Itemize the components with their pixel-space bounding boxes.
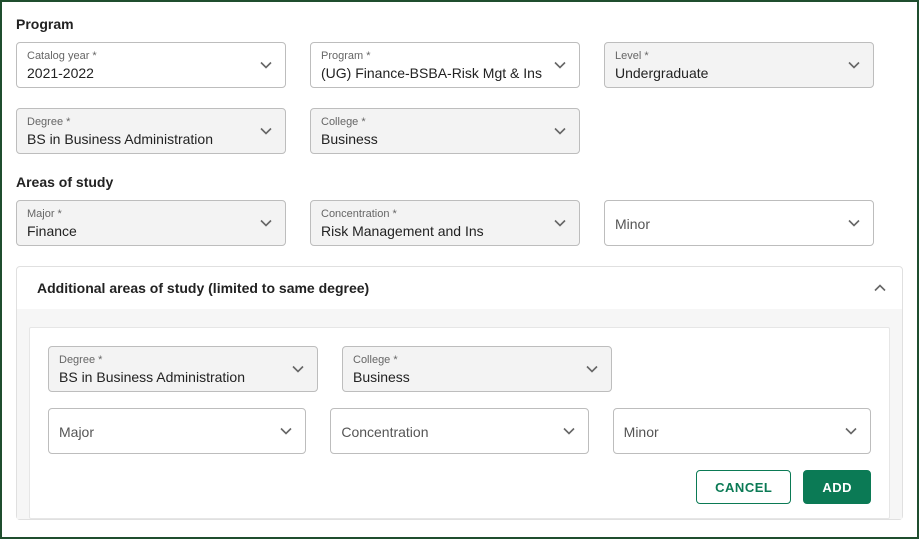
chevron-down-icon [847, 216, 861, 230]
degree-select[interactable]: Degree * BS in Business Administration [16, 108, 286, 154]
degree-label: Degree * [27, 116, 249, 129]
additional-minor-select[interactable]: Minor [613, 408, 871, 454]
areas-section-title: Areas of study [16, 174, 903, 190]
catalog-year-value: 2021-2022 [27, 65, 249, 82]
additional-areas-body: Degree * BS in Business Administration C… [17, 309, 902, 519]
major-value: Finance [27, 223, 249, 240]
cancel-button[interactable]: CANCEL [696, 470, 791, 504]
additional-concentration-placeholder: Concentration [341, 424, 551, 441]
chevron-down-icon [259, 58, 273, 72]
additional-concentration-select[interactable]: Concentration [330, 408, 588, 454]
chevron-down-icon [259, 124, 273, 138]
major-select[interactable]: Major * Finance [16, 200, 286, 246]
additional-areas-panel: Additional areas of study (limited to sa… [16, 266, 903, 520]
additional-major-placeholder: Major [59, 424, 269, 441]
additional-college-value: Business [353, 369, 575, 386]
program-value: (UG) Finance-BSBA-Risk Mgt & Ins [321, 65, 543, 82]
chevron-down-icon [259, 216, 273, 230]
program-section-title: Program [16, 16, 903, 32]
program-label: Program * [321, 50, 543, 63]
chevron-down-icon [553, 124, 567, 138]
major-label: Major * [27, 208, 249, 221]
additional-degree-value: BS in Business Administration [59, 369, 281, 386]
concentration-select[interactable]: Concentration * Risk Management and Ins [310, 200, 580, 246]
minor-select[interactable]: Minor [604, 200, 874, 246]
concentration-value: Risk Management and Ins [321, 223, 543, 240]
additional-college-label: College * [353, 354, 575, 367]
chevron-down-icon [847, 58, 861, 72]
chevron-down-icon [585, 362, 599, 376]
additional-areas-card: Degree * BS in Business Administration C… [29, 327, 890, 519]
level-select[interactable]: Level * Undergraduate [604, 42, 874, 88]
college-value: Business [321, 131, 543, 148]
additional-degree-select[interactable]: Degree * BS in Business Administration [48, 346, 318, 392]
additional-degree-label: Degree * [59, 354, 281, 367]
chevron-down-icon [291, 362, 305, 376]
concentration-label: Concentration * [321, 208, 543, 221]
chevron-down-icon [562, 424, 576, 438]
chevron-down-icon [844, 424, 858, 438]
additional-areas-title: Additional areas of study (limited to sa… [37, 280, 369, 296]
program-select[interactable]: Program * (UG) Finance-BSBA-Risk Mgt & I… [310, 42, 580, 88]
chevron-down-icon [553, 58, 567, 72]
add-button[interactable]: ADD [803, 470, 871, 504]
additional-college-select[interactable]: College * Business [342, 346, 612, 392]
college-select[interactable]: College * Business [310, 108, 580, 154]
additional-areas-toggle[interactable]: Additional areas of study (limited to sa… [17, 267, 902, 309]
additional-major-select[interactable]: Major [48, 408, 306, 454]
chevron-down-icon [279, 424, 293, 438]
chevron-up-icon [874, 279, 886, 297]
catalog-year-select[interactable]: Catalog year * 2021-2022 [16, 42, 286, 88]
college-label: College * [321, 116, 543, 129]
level-value: Undergraduate [615, 65, 837, 82]
chevron-down-icon [553, 216, 567, 230]
degree-value: BS in Business Administration [27, 131, 249, 148]
catalog-year-label: Catalog year * [27, 50, 249, 63]
level-label: Level * [615, 50, 837, 63]
minor-placeholder: Minor [615, 216, 837, 233]
additional-minor-placeholder: Minor [624, 424, 834, 441]
